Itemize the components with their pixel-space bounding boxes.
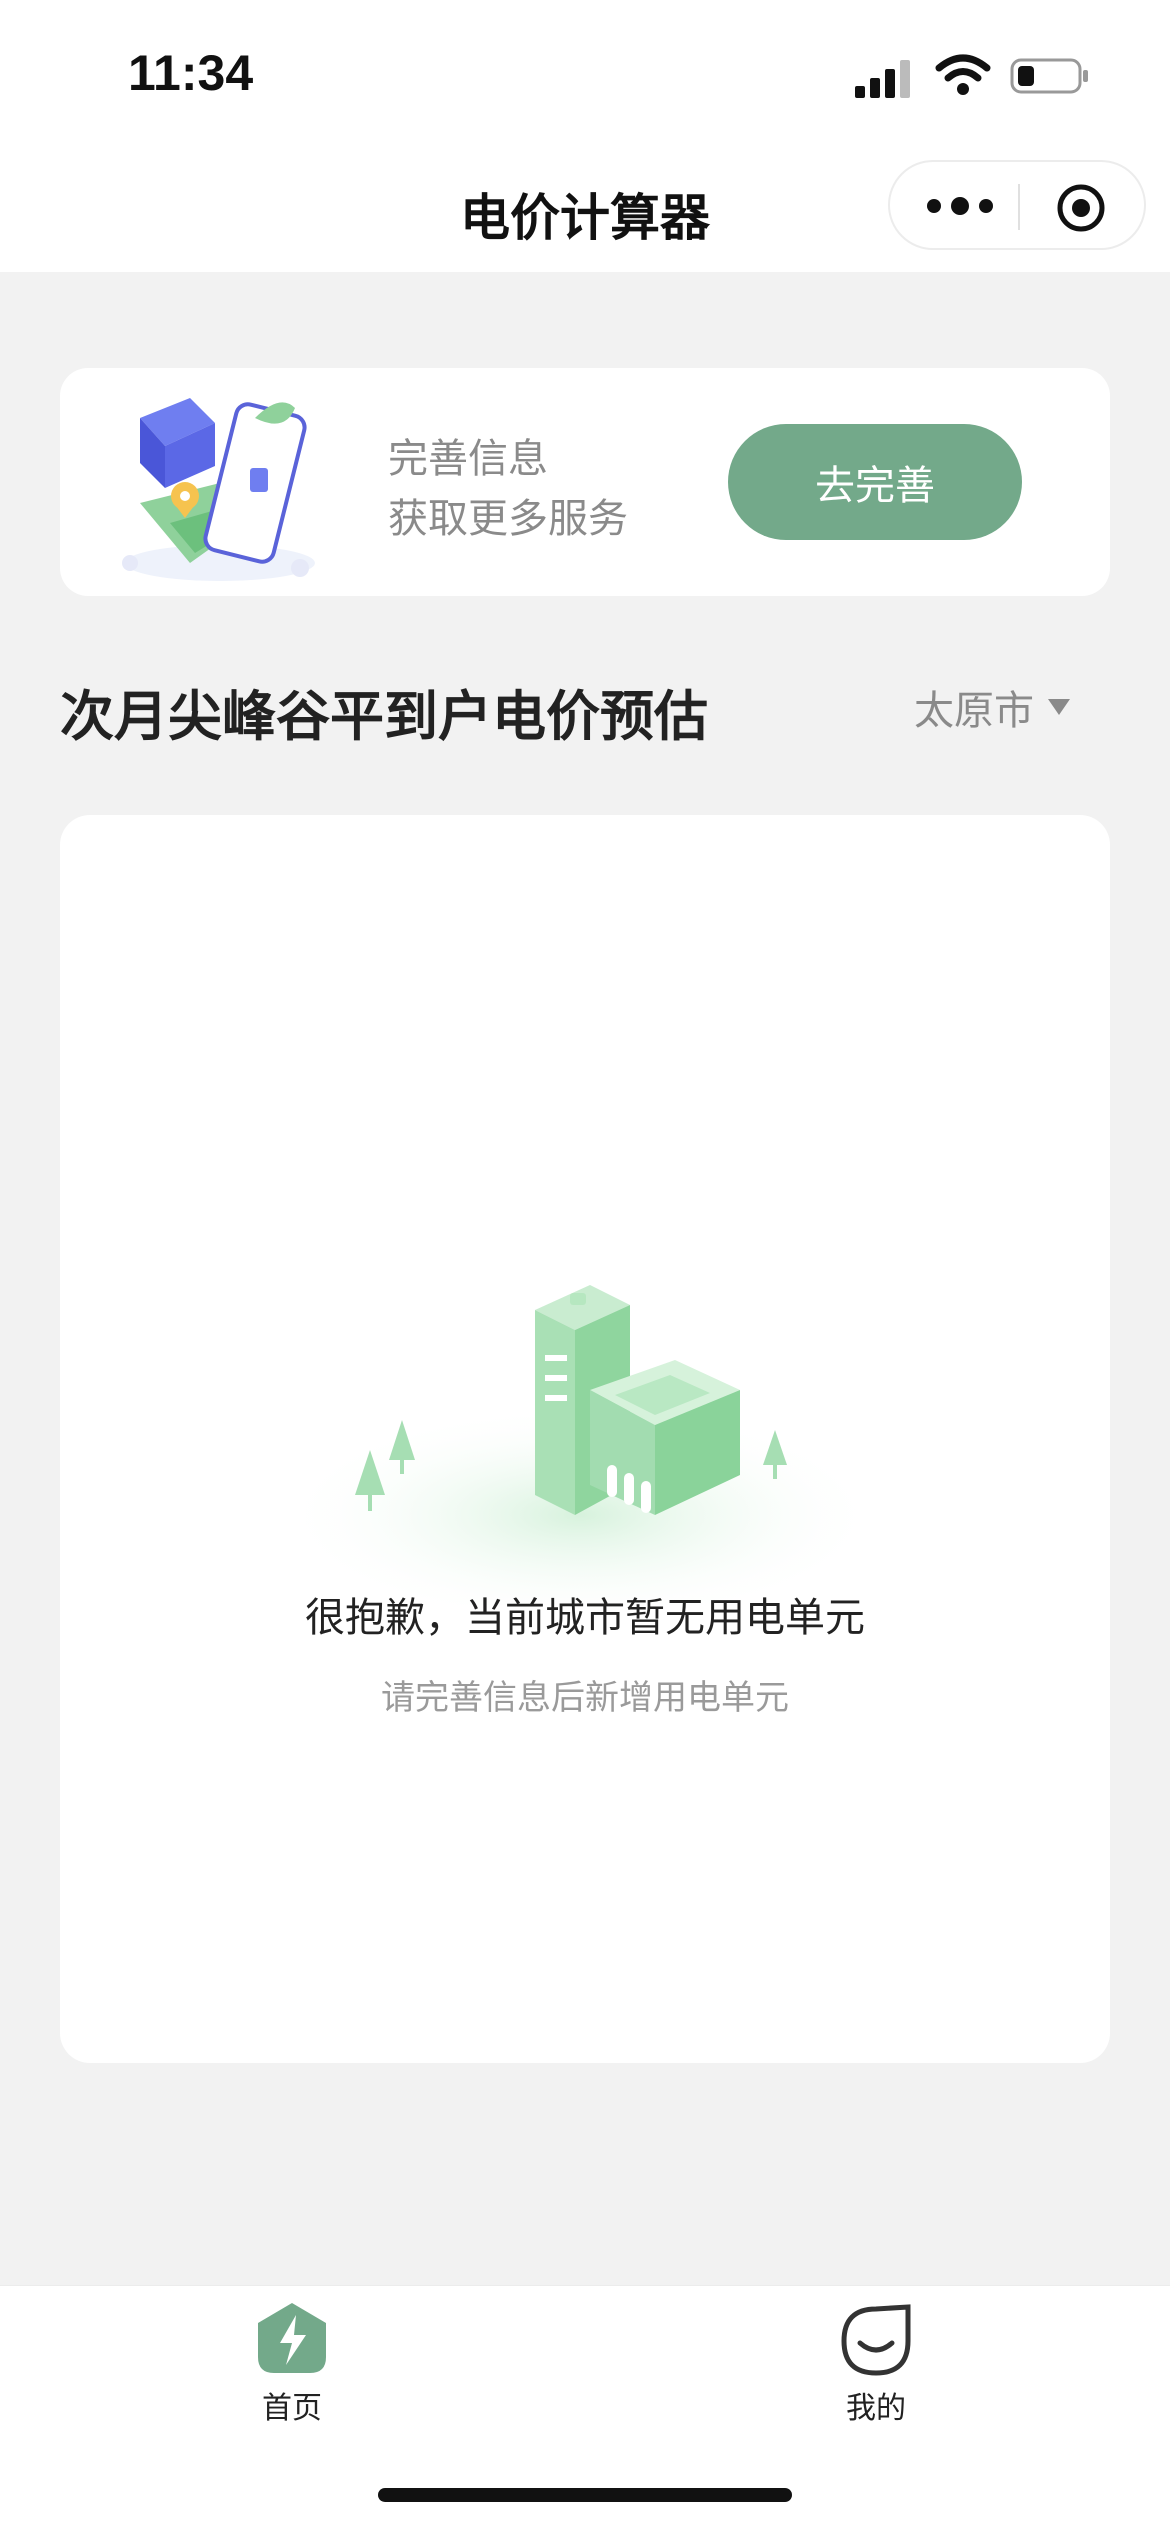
close-target-icon[interactable] — [1055, 182, 1107, 234]
capsule-divider — [1018, 184, 1020, 230]
smile-icon — [841, 2304, 911, 2376]
tab-home[interactable]: 首页 — [192, 2301, 392, 2431]
city-selector[interactable]: 太原市 — [914, 678, 1070, 736]
city-label: 太原市 — [914, 688, 1034, 734]
more-icon[interactable] — [920, 182, 1000, 230]
section-title: 次月尖峰谷平到户电价预估 — [60, 685, 708, 748]
caret-down-icon — [1048, 699, 1070, 715]
status-bar: 11:34 — [0, 0, 1170, 150]
nav-bar: 电价计算器 — [0, 150, 1170, 272]
status-time: 11:34 — [128, 45, 254, 101]
tab-home-label: 首页 — [262, 2391, 322, 2426]
building-illustration — [280, 1285, 880, 1605]
phone-location-illustration — [122, 398, 315, 581]
empty-state-card: 很抱歉，当前城市暂无用电单元 请完善信息后新增用电单元 — [60, 815, 1110, 2063]
complete-info-button[interactable]: 去完善 — [728, 424, 1022, 540]
wifi-icon — [935, 54, 991, 95]
mini-program-capsule — [888, 160, 1146, 250]
promo-line-2: 获取更多服务 — [388, 496, 628, 542]
complete-info-card: 完善信息 获取更多服务 去完善 — [60, 368, 1110, 596]
lightning-icon — [258, 2303, 326, 2373]
signal-icon — [855, 60, 910, 98]
home-indicator — [378, 2488, 792, 2502]
tab-mine-label: 我的 — [846, 2391, 906, 2426]
empty-state-subtitle: 请完善信息后新增用电单元 — [381, 1678, 789, 1718]
empty-state-title: 很抱歉，当前城市暂无用电单元 — [305, 1595, 865, 1641]
battery-icon — [1010, 58, 1088, 94]
tab-mine[interactable]: 我的 — [776, 2301, 976, 2431]
promo-line-1: 完善信息 — [388, 436, 548, 482]
